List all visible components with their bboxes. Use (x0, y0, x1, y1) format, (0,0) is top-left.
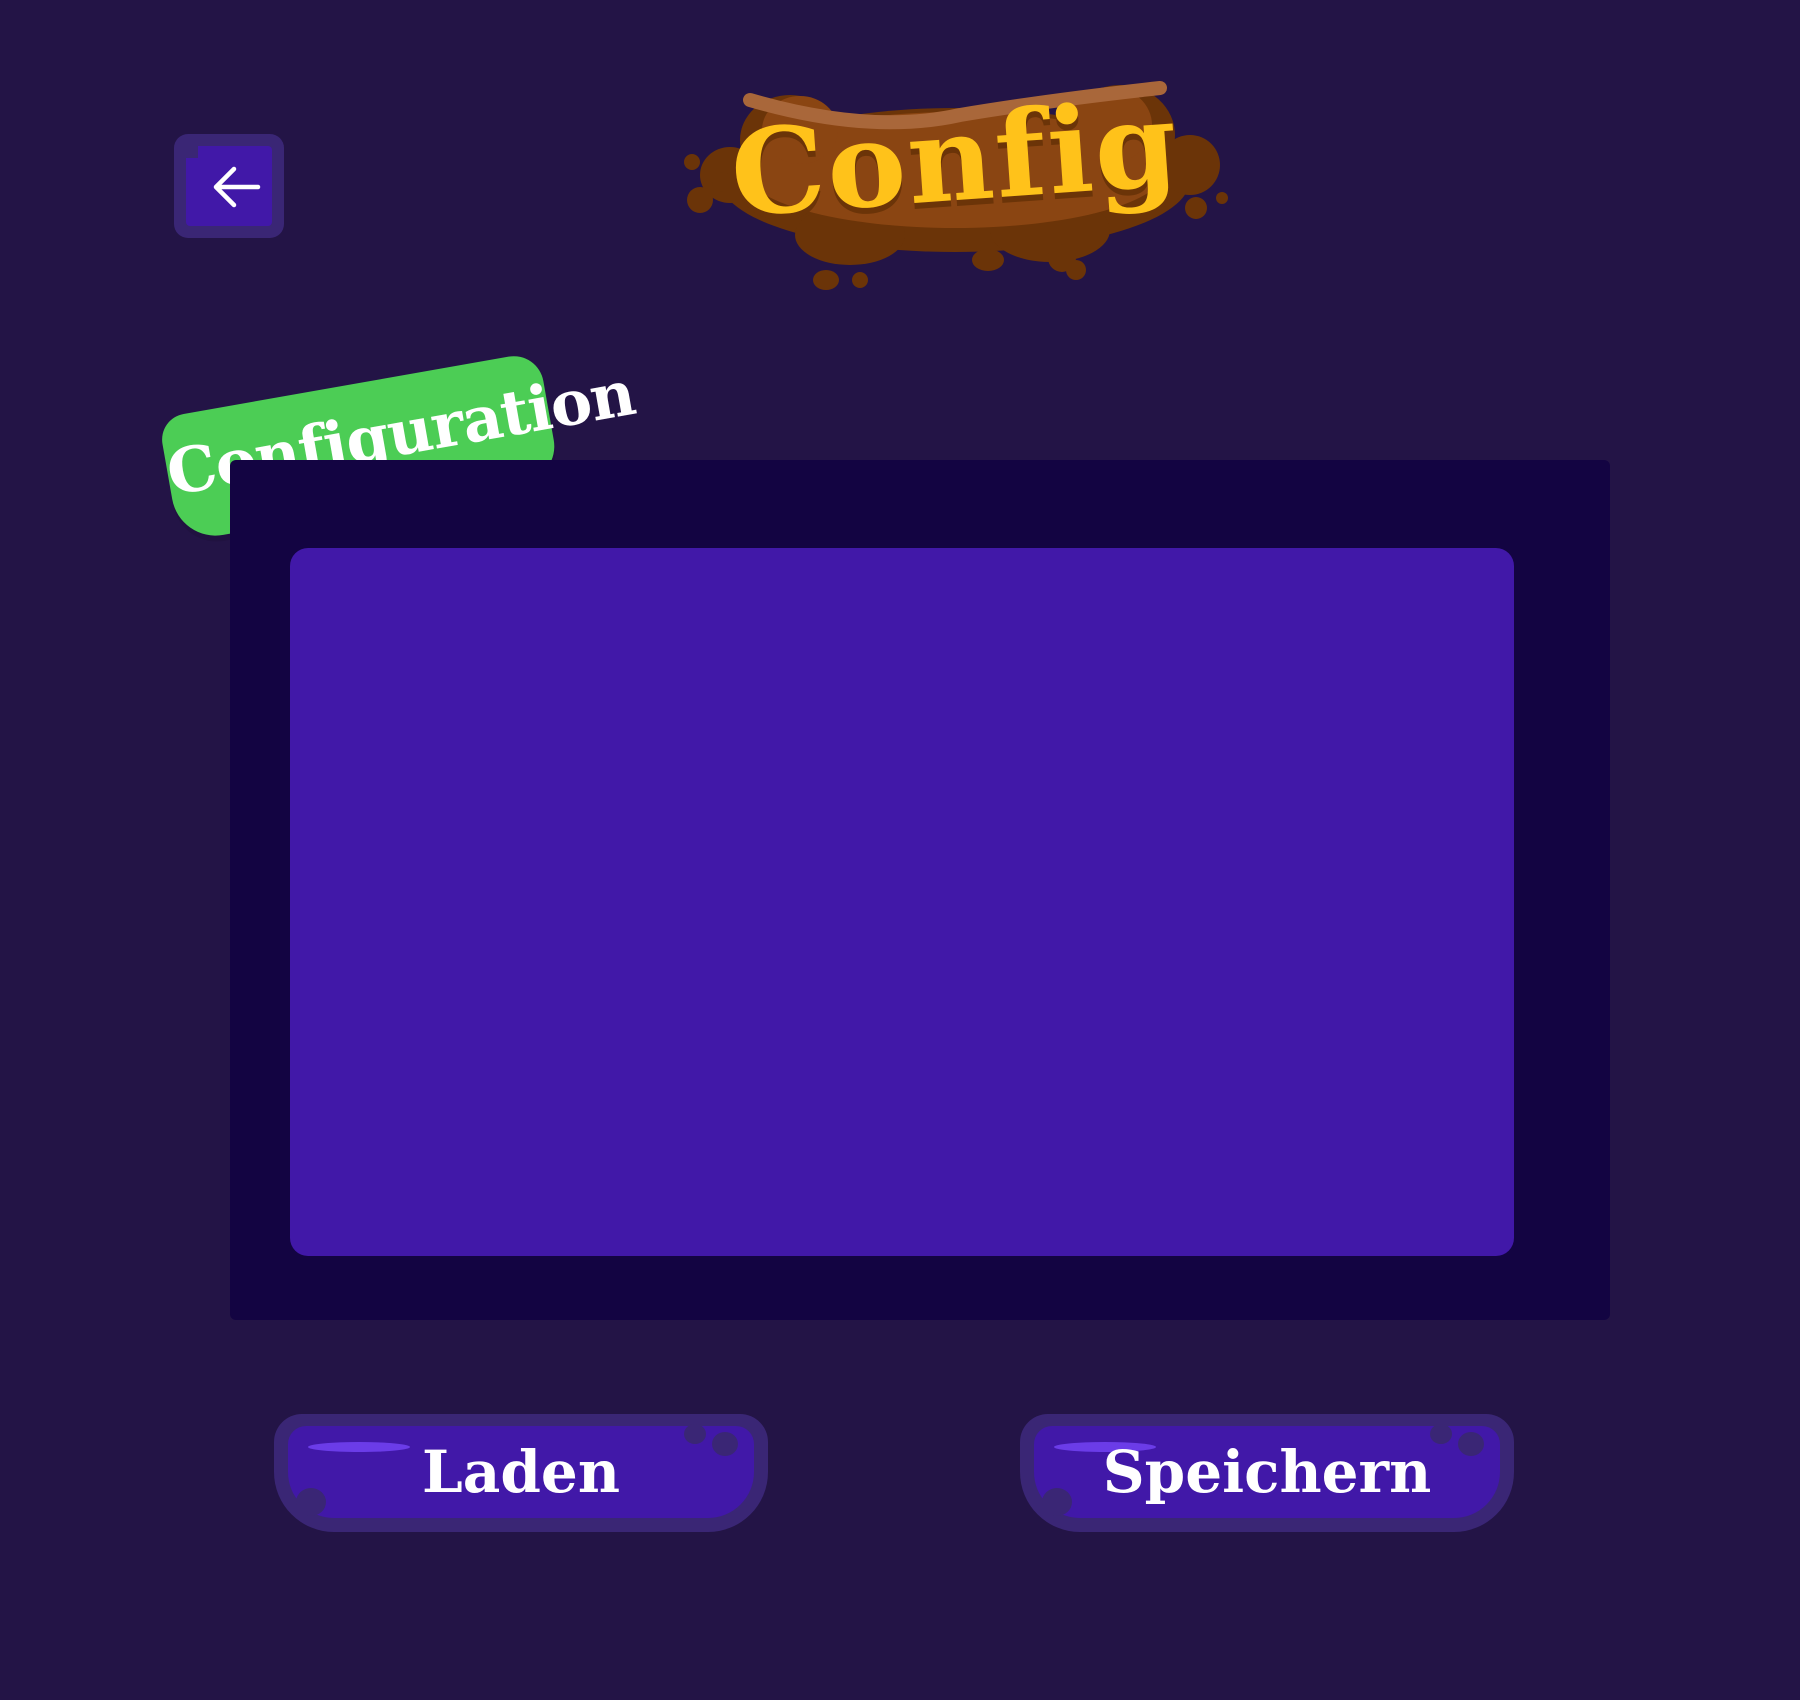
page-title-logo: Config (670, 70, 1240, 310)
back-button-face (186, 146, 272, 226)
save-button[interactable]: Speichern (1020, 1414, 1514, 1532)
load-button[interactable]: Laden (274, 1414, 768, 1532)
config-content-area (290, 548, 1514, 1256)
config-panel (230, 460, 1610, 1320)
arrow-left-icon (213, 166, 261, 208)
back-button[interactable] (174, 134, 284, 238)
save-button-label: Speichern (1102, 1438, 1432, 1506)
load-button-label: Laden (422, 1438, 620, 1506)
